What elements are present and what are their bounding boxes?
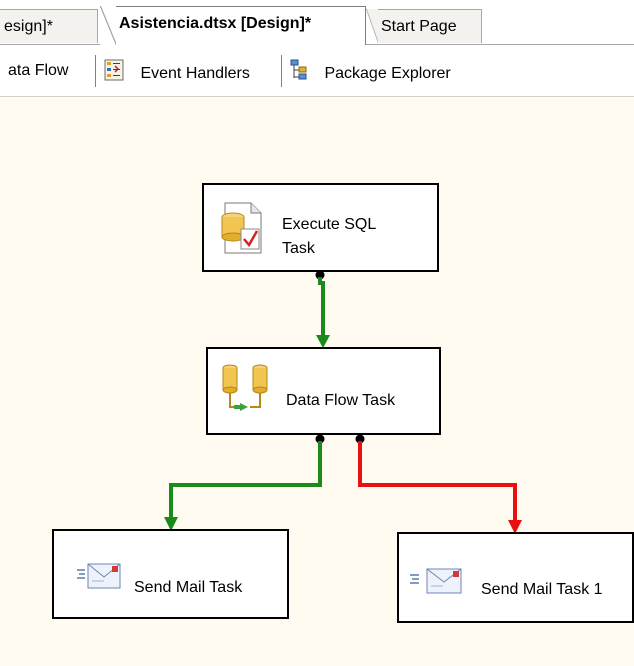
send-mail-task-label: Send Mail Task xyxy=(134,579,243,596)
send-mail-task-1[interactable]: Send Mail Task 1 xyxy=(397,532,634,623)
send-mail-task[interactable]: Send Mail Task xyxy=(52,529,289,619)
tab-separator xyxy=(95,55,96,87)
tab-data-flow-label: ata Flow xyxy=(8,62,69,79)
execute-sql-task[interactable]: Execute SQL Task xyxy=(202,183,439,272)
tab-event-handlers-label: Event Handlers xyxy=(140,65,250,82)
execute-sql-task-icon xyxy=(219,201,265,259)
tab-data-flow[interactable]: ata Flow xyxy=(8,59,68,83)
data-flow-task-icon xyxy=(220,363,270,423)
connector-dataflow-to-sendmail[interactable] xyxy=(164,434,325,532)
data-flow-task[interactable]: Data Flow Task xyxy=(206,347,441,435)
designer-tab-bar: ata Flow Event Handlers Package Explorer xyxy=(0,45,634,97)
tab-asistencia-design[interactable]: Asistencia.dtsx [Design]* xyxy=(100,6,366,45)
tab-asistencia-design-label: Asistencia.dtsx [Design]* xyxy=(119,15,312,32)
send-mail-task-icon xyxy=(76,561,122,595)
tab-start-page-label: Start Page xyxy=(381,18,457,35)
event-handlers-icon xyxy=(104,59,124,89)
tab-previous-design-label: esign]* xyxy=(4,18,53,35)
tab-start-page[interactable]: Start Page xyxy=(366,9,482,43)
tab-event-handlers[interactable]: Event Handlers xyxy=(104,59,250,83)
tab-separator xyxy=(281,55,282,87)
tab-previous-design[interactable]: esign]* xyxy=(0,9,98,43)
connector-sql-to-dataflow[interactable] xyxy=(315,270,331,349)
connector-dataflow-to-sendmail1[interactable] xyxy=(355,434,523,535)
package-explorer-icon xyxy=(290,59,308,89)
tab-package-explorer-label: Package Explorer xyxy=(324,65,451,82)
execute-sql-task-label: Execute SQL Task xyxy=(282,216,376,257)
send-mail-task-icon xyxy=(407,566,465,600)
control-flow-canvas[interactable]: Execute SQL Task Data Flow Task Send Mai… xyxy=(0,97,634,666)
document-tab-strip: esign]* Asistencia.dtsx [Design]* Start … xyxy=(0,0,634,45)
send-mail-task-1-label: Send Mail Task 1 xyxy=(481,581,603,598)
data-flow-task-label: Data Flow Task xyxy=(286,392,396,409)
tab-package-explorer[interactable]: Package Explorer xyxy=(290,59,451,83)
